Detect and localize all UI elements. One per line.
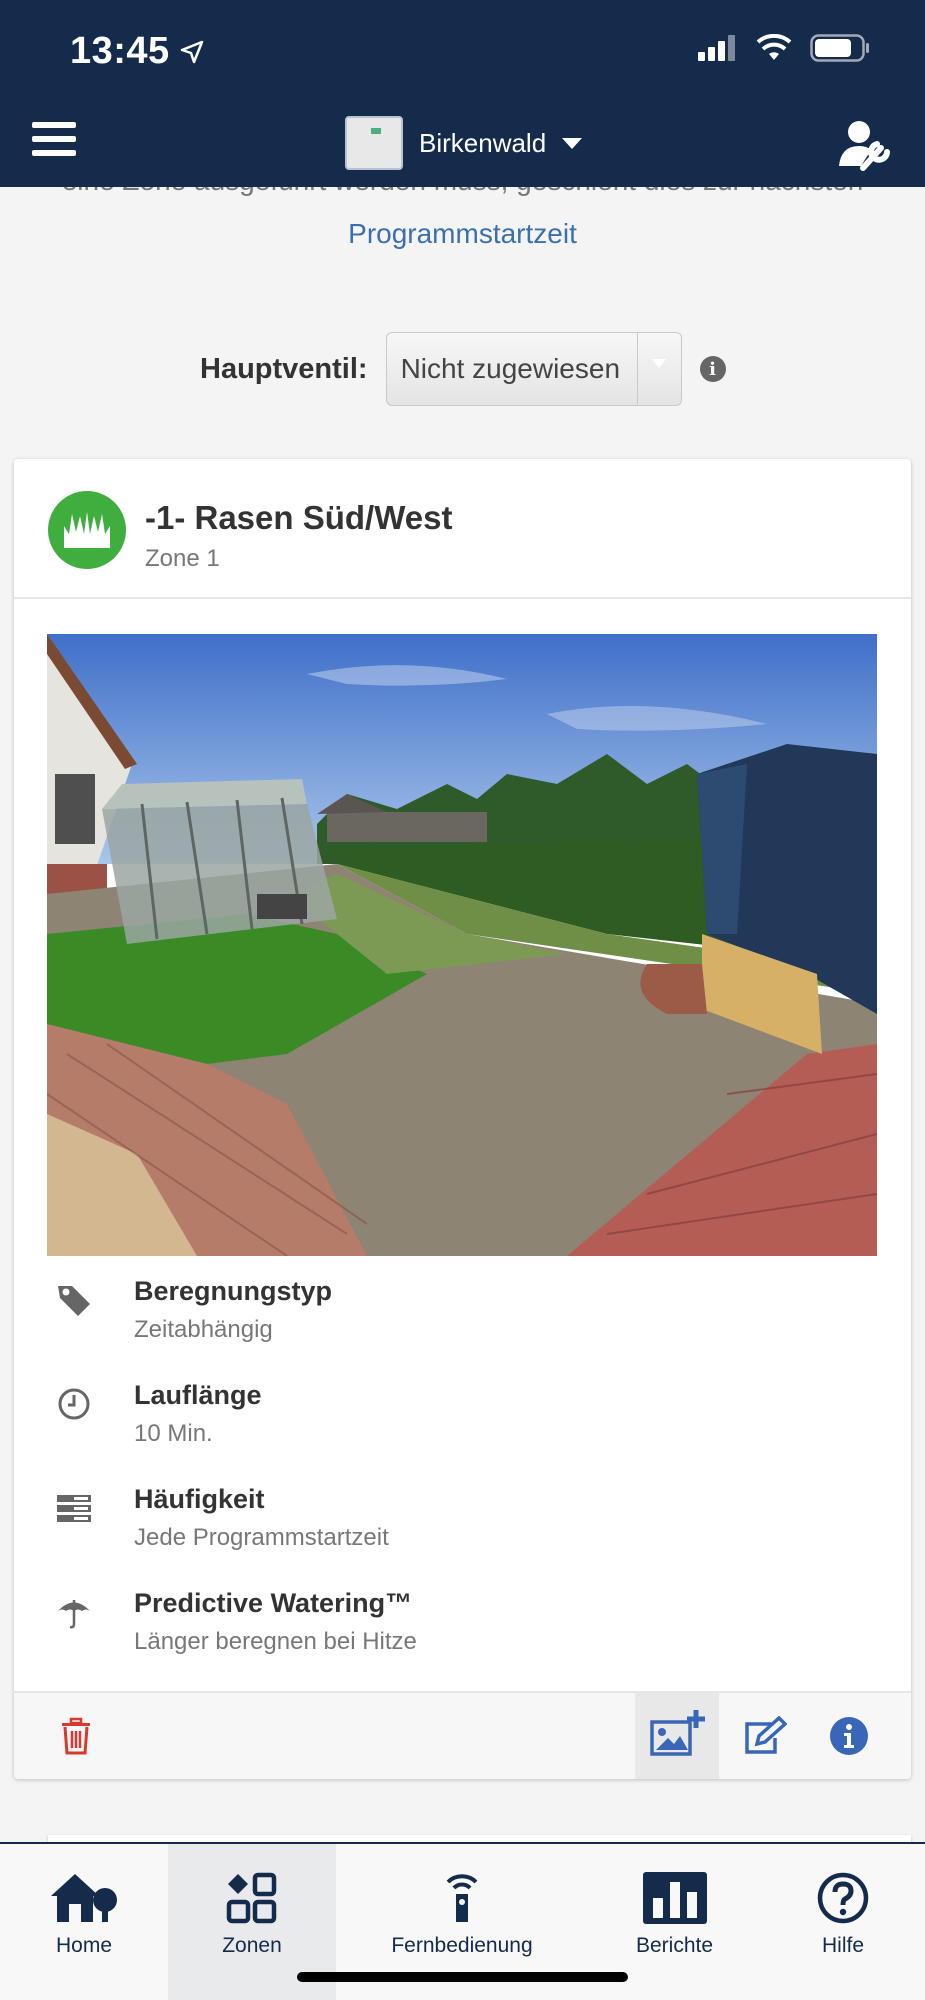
add-image-icon: [650, 1710, 705, 1756]
nav-label: Home: [55, 1934, 113, 1957]
home-indicator: [297, 1972, 628, 1982]
controller-thumbnail: [345, 116, 403, 170]
detail-value: 10 Min.: [134, 1420, 213, 1447]
controller-selector[interactable]: Birkenwald: [345, 116, 583, 170]
trash-icon: [62, 1717, 90, 1755]
cellular-signal-icon: [698, 35, 735, 61]
detail-value: Länger beregnen bei Hitze: [134, 1628, 417, 1655]
nav-label: Fernbedienung: [391, 1934, 533, 1957]
zone-title: -1- Rasen Süd/West: [145, 499, 453, 536]
info-icon: [830, 1717, 868, 1755]
status-indicators: [698, 34, 870, 62]
nav-label: Berichte: [635, 1934, 714, 1957]
status-time: 13:45: [70, 30, 204, 73]
master-valve-row: Hauptventil: Nicht zugewiesen i: [200, 332, 726, 406]
edit-button[interactable]: [722, 1693, 806, 1779]
zone-subtitle: Zone 1: [145, 545, 220, 572]
nav-label: Hilfe: [821, 1934, 864, 1957]
clock-icon: [56, 1386, 92, 1422]
help-icon: [817, 1872, 869, 1924]
umbrella-icon: [56, 1594, 92, 1630]
chevron-down-icon: [636, 333, 681, 405]
app-header: 13:45 Birkenwald: [0, 0, 925, 187]
info-icon[interactable]: i: [699, 356, 726, 382]
master-valve-value: Nicht zugewiesen: [400, 353, 621, 384]
battery-icon: [810, 34, 869, 62]
tag-icon: [56, 1282, 92, 1318]
detail-label: Lauflänge: [134, 1380, 262, 1410]
program-start-link[interactable]: Programmstartzeit: [0, 218, 925, 250]
list-icon: [56, 1490, 92, 1526]
detail-label: Beregnungstyp: [134, 1276, 333, 1306]
detail-value: Zeitabhängig: [134, 1316, 273, 1343]
zone-card-header[interactable]: -1- Rasen Süd/West Zone 1: [14, 459, 911, 599]
edit-icon: [745, 1716, 787, 1754]
menu-icon[interactable]: [32, 122, 76, 162]
master-valve-label: Hauptventil:: [200, 352, 368, 385]
zone-card-footer: [14, 1691, 911, 1779]
grass-icon: [48, 491, 126, 569]
detail-value: Jede Programmstartzeit: [134, 1524, 389, 1551]
delete-button[interactable]: [34, 1693, 118, 1779]
remote-icon: [446, 1874, 478, 1922]
add-photo-button[interactable]: [635, 1693, 719, 1779]
detail-frequency: Häufigkeit Jede Programmstartzeit: [14, 1482, 911, 1572]
detail-predictive-watering: Predictive Watering™ Länger beregnen bei…: [14, 1586, 911, 1676]
caret-down-icon: [562, 137, 583, 149]
home-icon: [51, 1874, 117, 1922]
zone-photo: [47, 634, 877, 1256]
zone-info-button[interactable]: [807, 1693, 891, 1779]
master-valve-select[interactable]: Nicht zugewiesen: [385, 332, 682, 406]
detail-run-length: Lauflänge 10 Min.: [14, 1378, 911, 1468]
controller-name: Birkenwald: [419, 127, 547, 158]
nav-item-home[interactable]: Home: [0, 1844, 168, 2000]
detail-label: Häufigkeit: [134, 1484, 265, 1514]
nav-label: Zonen: [222, 1934, 282, 1957]
status-time-text: 13:45: [70, 30, 170, 72]
user-settings-icon[interactable]: [837, 118, 893, 172]
zone-card: -1- Rasen Süd/West Zone 1 Beregnungstyp …: [14, 459, 911, 1779]
nav-item-help[interactable]: Hilfe: [761, 1844, 925, 2000]
detail-watering-type: Beregnungstyp Zeitabhängig: [14, 1274, 911, 1364]
zones-grid-icon: [226, 1872, 277, 1924]
location-arrow-icon: [180, 40, 203, 63]
reports-chart-icon: [642, 1872, 707, 1924]
wifi-icon: [756, 34, 792, 60]
detail-label: Predictive Watering™: [134, 1588, 413, 1618]
